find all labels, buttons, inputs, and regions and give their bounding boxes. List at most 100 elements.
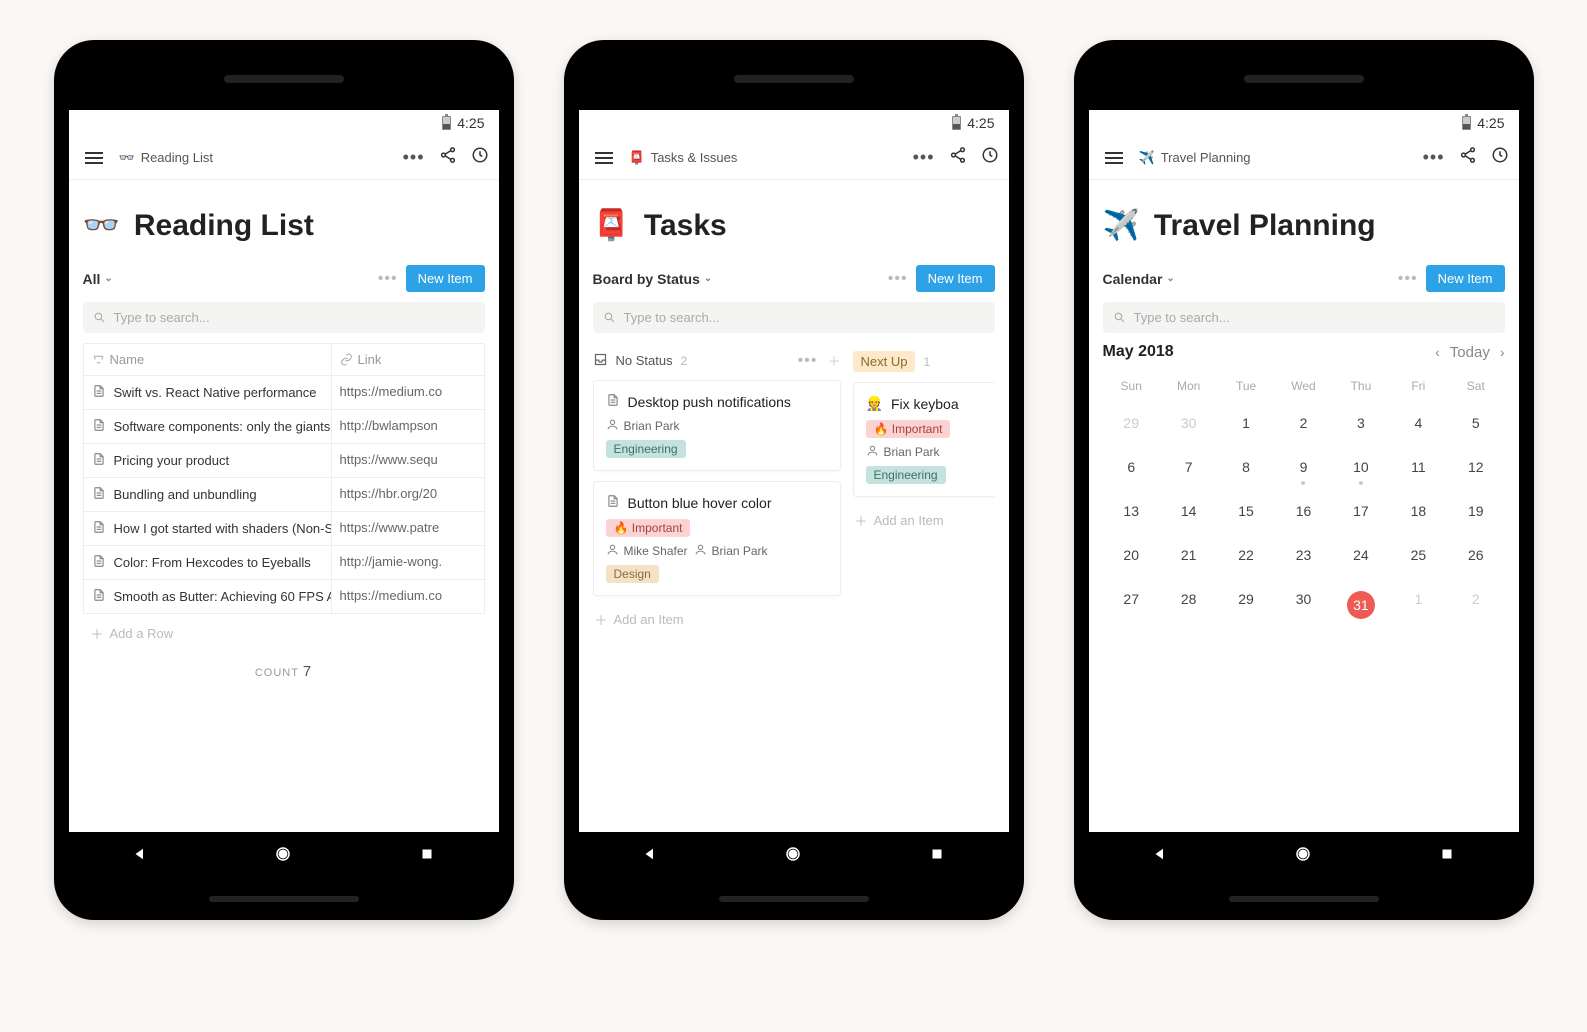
search-input[interactable]: Type to search... xyxy=(1103,302,1505,333)
calendar-day[interactable]: 9 xyxy=(1275,445,1332,489)
view-more-icon[interactable]: ••• xyxy=(888,270,908,288)
chevron-down-icon: ⌄ xyxy=(1166,273,1174,284)
home-button[interactable] xyxy=(1294,845,1312,868)
more-icon[interactable]: ••• xyxy=(403,147,425,168)
menu-icon[interactable] xyxy=(1099,146,1129,170)
column-more-icon[interactable]: ••• xyxy=(798,352,818,370)
person: Brian Park xyxy=(694,543,768,559)
column-name: No Status xyxy=(616,353,673,368)
table-row[interactable]: Smooth as Butter: Achieving 60 FPS A htt… xyxy=(84,580,484,614)
table-row[interactable]: How I got started with shaders (Non-S ht… xyxy=(84,512,484,546)
search-icon xyxy=(603,311,616,324)
add-row-button[interactable]: ＋ Add a Row xyxy=(83,614,485,653)
add-item-button[interactable]: ＋Add an Item xyxy=(593,606,841,633)
calendar-day[interactable]: 17 xyxy=(1332,489,1389,533)
calendar-day[interactable]: 16 xyxy=(1275,489,1332,533)
table-row[interactable]: Color: From Hexcodes to Eyeballs http://… xyxy=(84,546,484,580)
prev-month-button[interactable]: ‹ xyxy=(1435,344,1440,360)
column-name-header[interactable]: Name xyxy=(84,344,332,376)
calendar-day[interactable]: 26 xyxy=(1447,533,1504,577)
board-card[interactable]: Desktop push notifications Brian Park En… xyxy=(593,380,841,471)
board-card[interactable]: 👷Fix keyboa 🔥 Important Brian Park Engin… xyxy=(853,382,995,497)
calendar-day[interactable]: 13 xyxy=(1103,489,1160,533)
app-bar-title[interactable]: 👓 Reading List xyxy=(119,150,393,166)
board-card[interactable]: Button blue hover color 🔥 Important Mike… xyxy=(593,481,841,596)
table-row[interactable]: Pricing your product https://www.sequ xyxy=(84,444,484,478)
calendar-day[interactable]: 21 xyxy=(1160,533,1217,577)
share-icon[interactable] xyxy=(1459,146,1477,169)
calendar-day[interactable]: 30 xyxy=(1275,577,1332,633)
row-name: Pricing your product xyxy=(114,453,230,468)
today-button[interactable]: Today xyxy=(1450,344,1490,361)
calendar-day[interactable]: 30 xyxy=(1160,401,1217,445)
calendar-day[interactable]: 10 xyxy=(1332,445,1389,489)
search-input[interactable]: Type to search... xyxy=(83,302,485,333)
table-row[interactable]: Swift vs. React Native performance https… xyxy=(84,376,484,410)
menu-icon[interactable] xyxy=(589,146,619,170)
new-item-button[interactable]: New Item xyxy=(916,265,995,292)
calendar-day[interactable]: 28 xyxy=(1160,577,1217,633)
view-more-icon[interactable]: ••• xyxy=(378,270,398,288)
calendar-day[interactable]: 19 xyxy=(1447,489,1504,533)
calendar-day[interactable]: 25 xyxy=(1390,533,1447,577)
calendar-day[interactable]: 18 xyxy=(1390,489,1447,533)
clock-icon[interactable] xyxy=(471,146,489,169)
menu-icon[interactable] xyxy=(79,146,109,170)
calendar-day[interactable]: 29 xyxy=(1103,401,1160,445)
view-selector[interactable]: All ⌄ xyxy=(83,271,113,287)
view-more-icon[interactable]: ••• xyxy=(1398,270,1418,288)
tag: Engineering xyxy=(606,440,686,458)
calendar-day[interactable]: 7 xyxy=(1160,445,1217,489)
calendar-day[interactable]: 29 xyxy=(1217,577,1274,633)
next-month-button[interactable]: › xyxy=(1500,344,1505,360)
add-item-button[interactable]: ＋Add an Item xyxy=(853,507,995,534)
calendar-day[interactable]: 14 xyxy=(1160,489,1217,533)
view-selector[interactable]: Board by Status ⌄ xyxy=(593,271,713,287)
calendar-dow: Sun xyxy=(1103,371,1160,401)
share-icon[interactable] xyxy=(949,146,967,169)
back-button[interactable] xyxy=(1151,845,1169,868)
calendar-day[interactable]: 3 xyxy=(1332,401,1389,445)
clock-icon[interactable] xyxy=(981,146,999,169)
clock-icon[interactable] xyxy=(1491,146,1509,169)
column-add-icon[interactable]: ＋ xyxy=(827,351,840,370)
new-item-button[interactable]: New Item xyxy=(1426,265,1505,292)
calendar-day[interactable]: 1 xyxy=(1390,577,1447,633)
app-bar-title[interactable]: 📮 Tasks & Issues xyxy=(629,150,903,166)
calendar-day[interactable]: 11 xyxy=(1390,445,1447,489)
recent-button[interactable] xyxy=(1438,845,1456,868)
recent-button[interactable] xyxy=(928,845,946,868)
back-button[interactable] xyxy=(131,845,149,868)
calendar-day[interactable]: 24 xyxy=(1332,533,1389,577)
calendar-day[interactable]: 6 xyxy=(1103,445,1160,489)
share-icon[interactable] xyxy=(439,146,457,169)
calendar-day[interactable]: 23 xyxy=(1275,533,1332,577)
more-icon[interactable]: ••• xyxy=(913,147,935,168)
home-button[interactable] xyxy=(274,845,292,868)
calendar-day[interactable]: 31 xyxy=(1332,577,1389,633)
new-item-button[interactable]: New Item xyxy=(406,265,485,292)
calendar-day[interactable]: 20 xyxy=(1103,533,1160,577)
table-row[interactable]: Bundling and unbundling https://hbr.org/… xyxy=(84,478,484,512)
calendar-day[interactable]: 22 xyxy=(1217,533,1274,577)
page-title: 📮 Tasks xyxy=(593,208,995,243)
more-icon[interactable]: ••• xyxy=(1423,147,1445,168)
calendar-day[interactable]: 2 xyxy=(1447,577,1504,633)
app-bar-title[interactable]: ✈️ Travel Planning xyxy=(1139,150,1413,166)
calendar-day[interactable]: 12 xyxy=(1447,445,1504,489)
table-row[interactable]: Software components: only the giants htt… xyxy=(84,410,484,444)
calendar-day[interactable]: 27 xyxy=(1103,577,1160,633)
calendar-day[interactable]: 4 xyxy=(1390,401,1447,445)
calendar-day[interactable]: 8 xyxy=(1217,445,1274,489)
calendar-day[interactable]: 5 xyxy=(1447,401,1504,445)
calendar-day[interactable]: 1 xyxy=(1217,401,1274,445)
calendar-day[interactable]: 15 xyxy=(1217,489,1274,533)
home-button[interactable] xyxy=(784,845,802,868)
recent-button[interactable] xyxy=(418,845,436,868)
view-selector[interactable]: Calendar ⌄ xyxy=(1103,271,1175,287)
back-button[interactable] xyxy=(641,845,659,868)
search-input[interactable]: Type to search... xyxy=(593,302,995,333)
calendar-day[interactable]: 2 xyxy=(1275,401,1332,445)
column-link-header[interactable]: Link xyxy=(332,344,484,376)
row-link: https://medium.co xyxy=(332,376,484,410)
